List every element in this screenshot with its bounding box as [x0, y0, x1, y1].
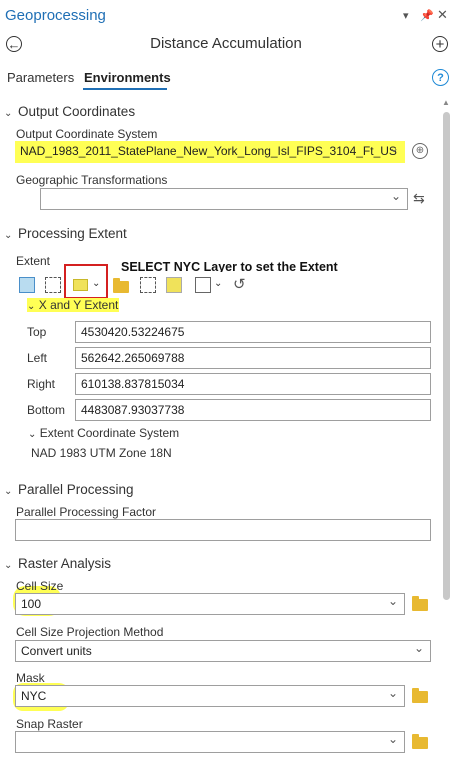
- xy-extent-label: X and Y Extent: [38, 298, 119, 312]
- output-coordinate-system-label: Output Coordinate System: [16, 127, 158, 141]
- cell-size-value: 100: [21, 597, 42, 611]
- extent-coordinate-system-value: NAD 1983 UTM Zone 18N: [31, 446, 172, 460]
- section-processing-extent[interactable]: ⌄ Processing Extent: [4, 226, 127, 241]
- paste-icon[interactable]: [195, 277, 211, 293]
- section-output-coordinates[interactable]: ⌄ Output Coordinates: [4, 104, 135, 119]
- right-label: Right: [27, 377, 56, 391]
- parallel-processing-factor-label: Parallel Processing Factor: [16, 505, 157, 519]
- xy-extent-toggle[interactable]: ⌄ X and Y Extent: [27, 298, 118, 312]
- output-coordinate-system-value: NAD_1983_2011_StatePlane_New_York_Long_I…: [20, 144, 397, 158]
- section-raster-analysis[interactable]: ⌄ Raster Analysis: [4, 556, 111, 571]
- chevron-down-icon: ⌄: [28, 429, 37, 440]
- transformation-swap-icon[interactable]: ⇆: [413, 190, 425, 207]
- geographic-transformations-label: Geographic Transformations: [16, 173, 168, 187]
- intersection-extent-icon[interactable]: [140, 277, 156, 293]
- reset-icon[interactable]: ↺: [233, 275, 246, 293]
- chevron-down-icon: ⌄: [27, 301, 36, 312]
- bottom-label: Bottom: [27, 403, 66, 417]
- globe-icon[interactable]: ⊕: [412, 143, 428, 159]
- browse-folder-icon[interactable]: [412, 734, 428, 749]
- cell-size-projection-dropdown[interactable]: Convert units: [15, 638, 431, 662]
- browse-folder-icon[interactable]: [113, 278, 129, 293]
- chevron-down-icon[interactable]: ⌄: [214, 278, 222, 289]
- scrollbar-thumb[interactable]: [443, 112, 450, 600]
- top-input[interactable]: 4530420.53224675: [75, 321, 431, 343]
- chevron-down-icon[interactable]: ⌄: [92, 278, 100, 289]
- left-input[interactable]: 562642.265069788: [75, 347, 431, 369]
- top-label: Top: [27, 325, 47, 339]
- active-tab-indicator: [83, 88, 167, 90]
- extent-coordinate-system-toggle[interactable]: ⌄ Extent Coordinate System: [28, 426, 179, 440]
- cell-size-projection-label: Cell Size Projection Method: [16, 625, 164, 639]
- bottom-input[interactable]: 4483087.93037738: [75, 399, 431, 421]
- add-icon[interactable]: +: [432, 36, 448, 52]
- mask-value: NYC: [21, 689, 47, 703]
- tool-title: Distance Accumulation: [150, 35, 302, 52]
- mask-dropdown[interactable]: NYC: [15, 683, 405, 707]
- cell-size-label: Cell Size: [16, 579, 64, 593]
- cell-size-dropdown[interactable]: 100: [15, 591, 405, 615]
- chevron-down-icon: ⌄: [4, 560, 13, 571]
- browse-folder-icon[interactable]: [412, 688, 428, 703]
- chevron-down-icon: ⌄: [4, 230, 13, 241]
- extent-label: Extent: [16, 254, 51, 268]
- browse-folder-icon[interactable]: [412, 596, 428, 611]
- section-title: Output Coordinates: [18, 104, 136, 119]
- output-coordinate-system-dropdown[interactable]: NAD_1983_2011_StatePlane_New_York_Long_I…: [15, 138, 405, 163]
- parallel-processing-factor-input[interactable]: [15, 519, 431, 541]
- tab-parameters[interactable]: Parameters: [7, 70, 74, 85]
- mask-label: Mask: [16, 671, 45, 685]
- pane-menu-icon[interactable]: ▾: [403, 9, 409, 22]
- current-display-extent-icon[interactable]: [19, 277, 35, 293]
- layer-extent-icon[interactable]: [73, 279, 88, 291]
- snap-raster-label: Snap Raster: [16, 717, 83, 731]
- snap-raster-dropdown[interactable]: [15, 729, 405, 753]
- help-icon[interactable]: ?: [432, 69, 449, 86]
- section-title: Processing Extent: [18, 226, 127, 241]
- geographic-transformations-dropdown[interactable]: [40, 186, 408, 210]
- section-title: Raster Analysis: [18, 556, 112, 571]
- draw-extent-icon[interactable]: [45, 277, 61, 293]
- left-label: Left: [27, 351, 48, 365]
- chevron-down-icon: ⌄: [4, 486, 13, 497]
- close-icon[interactable]: ✕: [437, 7, 448, 23]
- section-parallel-processing[interactable]: ⌄ Parallel Processing: [4, 482, 134, 497]
- extent-coordinate-system-label: Extent Coordinate System: [39, 426, 180, 440]
- tab-environments[interactable]: Environments: [84, 70, 171, 85]
- scroll-up-icon[interactable]: ▲: [442, 98, 450, 107]
- pin-icon[interactable]: 📌: [420, 9, 434, 22]
- union-extent-icon[interactable]: [166, 277, 182, 293]
- cell-size-projection-value: Convert units: [21, 644, 92, 658]
- chevron-down-icon: ⌄: [4, 108, 13, 119]
- pane-title: Geoprocessing: [5, 7, 106, 24]
- section-title: Parallel Processing: [18, 482, 134, 497]
- right-input[interactable]: 610138.837815034: [75, 373, 431, 395]
